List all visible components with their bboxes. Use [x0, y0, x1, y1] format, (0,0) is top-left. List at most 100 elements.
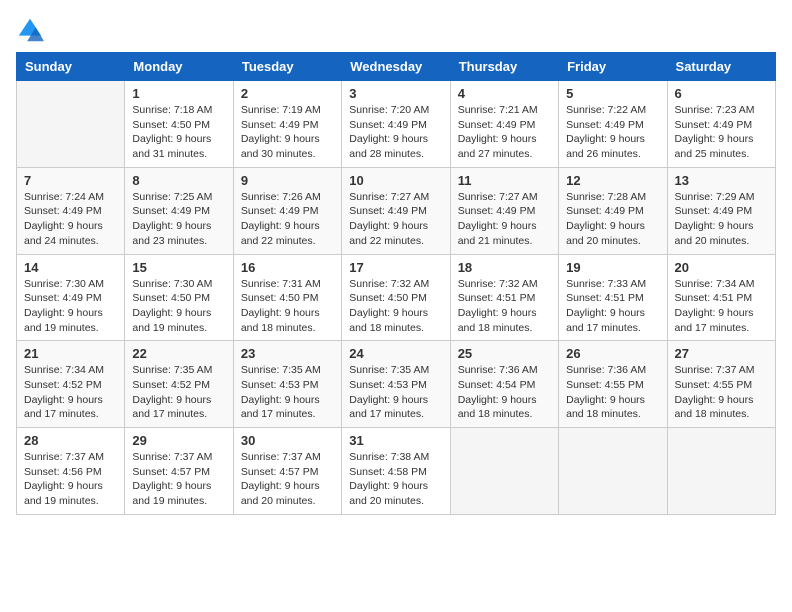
day-info: Sunrise: 7:28 AM Sunset: 4:49 PM Dayligh…	[566, 190, 659, 249]
day-number: 1	[132, 86, 225, 101]
day-number: 31	[349, 433, 442, 448]
day-number: 19	[566, 260, 659, 275]
weekday-header-monday: Monday	[125, 53, 233, 81]
calendar-cell: 17 Sunrise: 7:32 AM Sunset: 4:50 PM Dayli…	[342, 254, 450, 341]
day-info: Sunrise: 7:22 AM Sunset: 4:49 PM Dayligh…	[566, 103, 659, 162]
weekday-header-friday: Friday	[559, 53, 667, 81]
day-info: Sunrise: 7:31 AM Sunset: 4:50 PM Dayligh…	[241, 277, 334, 336]
day-number: 2	[241, 86, 334, 101]
calendar-cell: 11 Sunrise: 7:27 AM Sunset: 4:49 PM Dayli…	[450, 167, 558, 254]
calendar-cell: 1Sunrise: 7:18 AM Sunset: 4:50 PM Daylig…	[125, 81, 233, 168]
day-number: 27	[675, 346, 768, 361]
calendar-cell: 21 Sunrise: 7:34 AM Sunset: 4:52 PM Dayli…	[17, 341, 125, 428]
day-info: Sunrise: 7:37 AM Sunset: 4:56 PM Dayligh…	[24, 450, 117, 509]
day-number: 20	[675, 260, 768, 275]
calendar-cell	[559, 428, 667, 515]
calendar-cell: 10 Sunrise: 7:27 AM Sunset: 4:49 PM Dayli…	[342, 167, 450, 254]
day-info: Sunrise: 7:26 AM Sunset: 4:49 PM Dayligh…	[241, 190, 334, 249]
calendar-cell: 20 Sunrise: 7:34 AM Sunset: 4:51 PM Dayli…	[667, 254, 775, 341]
day-number: 8	[132, 173, 225, 188]
day-info: Sunrise: 7:21 AM Sunset: 4:49 PM Dayligh…	[458, 103, 551, 162]
day-number: 4	[458, 86, 551, 101]
calendar-cell: 28 Sunrise: 7:37 AM Sunset: 4:56 PM Dayli…	[17, 428, 125, 515]
day-number: 24	[349, 346, 442, 361]
day-number: 10	[349, 173, 442, 188]
day-number: 30	[241, 433, 334, 448]
calendar-cell: 4 Sunrise: 7:21 AM Sunset: 4:49 PM Daylig…	[450, 81, 558, 168]
weekday-header-sunday: Sunday	[17, 53, 125, 81]
day-info: Sunrise: 7:30 AM Sunset: 4:49 PM Dayligh…	[24, 277, 117, 336]
calendar-cell: 13Sunrise: 7:29 AM Sunset: 4:49 PM Dayli…	[667, 167, 775, 254]
day-info: Sunrise: 7:34 AM Sunset: 4:52 PM Dayligh…	[24, 363, 117, 422]
calendar-table: SundayMondayTuesdayWednesdayThursdayFrid…	[16, 52, 776, 515]
calendar-cell: 12 Sunrise: 7:28 AM Sunset: 4:49 PM Dayli…	[559, 167, 667, 254]
calendar-cell: 25Sunrise: 7:36 AM Sunset: 4:54 PM Dayli…	[450, 341, 558, 428]
calendar-cell: 5 Sunrise: 7:22 AM Sunset: 4:49 PM Daylig…	[559, 81, 667, 168]
calendar-cell: 3 Sunrise: 7:20 AM Sunset: 4:49 PM Daylig…	[342, 81, 450, 168]
logo-icon	[16, 16, 44, 44]
day-info: Sunrise: 7:27 AM Sunset: 4:49 PM Dayligh…	[349, 190, 442, 249]
day-number: 23	[241, 346, 334, 361]
day-info: Sunrise: 7:29 AM Sunset: 4:49 PM Dayligh…	[675, 190, 768, 249]
day-number: 26	[566, 346, 659, 361]
calendar-cell: 29 Sunrise: 7:37 AM Sunset: 4:57 PM Dayli…	[125, 428, 233, 515]
day-number: 25	[458, 346, 551, 361]
calendar-cell: 24 Sunrise: 7:35 AM Sunset: 4:53 PM Dayli…	[342, 341, 450, 428]
day-info: Sunrise: 7:32 AM Sunset: 4:51 PM Dayligh…	[458, 277, 551, 336]
day-info: Sunrise: 7:25 AM Sunset: 4:49 PM Dayligh…	[132, 190, 225, 249]
calendar-cell: 7 Sunrise: 7:24 AM Sunset: 4:49 PM Daylig…	[17, 167, 125, 254]
page-header	[16, 16, 776, 44]
calendar-cell: 6Sunrise: 7:23 AM Sunset: 4:49 PM Daylig…	[667, 81, 775, 168]
weekday-header-saturday: Saturday	[667, 53, 775, 81]
calendar-cell: 31 Sunrise: 7:38 AM Sunset: 4:58 PM Dayli…	[342, 428, 450, 515]
day-info: Sunrise: 7:32 AM Sunset: 4:50 PM Dayligh…	[349, 277, 442, 336]
day-number: 7	[24, 173, 117, 188]
calendar-cell	[450, 428, 558, 515]
day-number: 15	[132, 260, 225, 275]
day-number: 14	[24, 260, 117, 275]
calendar-cell: 26 Sunrise: 7:36 AM Sunset: 4:55 PM Dayli…	[559, 341, 667, 428]
day-info: Sunrise: 7:19 AM Sunset: 4:49 PM Dayligh…	[241, 103, 334, 162]
day-number: 16	[241, 260, 334, 275]
day-number: 18	[458, 260, 551, 275]
day-info: Sunrise: 7:37 AM Sunset: 4:55 PM Dayligh…	[675, 363, 768, 422]
day-number: 28	[24, 433, 117, 448]
day-number: 12	[566, 173, 659, 188]
day-number: 22	[132, 346, 225, 361]
day-number: 11	[458, 173, 551, 188]
calendar-cell: 23 Sunrise: 7:35 AM Sunset: 4:53 PM Dayli…	[233, 341, 341, 428]
calendar-cell: 22Sunrise: 7:35 AM Sunset: 4:52 PM Dayli…	[125, 341, 233, 428]
calendar-header-row: SundayMondayTuesdayWednesdayThursdayFrid…	[17, 53, 776, 81]
day-number: 3	[349, 86, 442, 101]
calendar-week-row: 7 Sunrise: 7:24 AM Sunset: 4:49 PM Daylig…	[17, 167, 776, 254]
calendar-week-row: 21 Sunrise: 7:34 AM Sunset: 4:52 PM Dayli…	[17, 341, 776, 428]
calendar-cell: 27 Sunrise: 7:37 AM Sunset: 4:55 PM Dayli…	[667, 341, 775, 428]
day-info: Sunrise: 7:38 AM Sunset: 4:58 PM Dayligh…	[349, 450, 442, 509]
calendar-week-row: 14 Sunrise: 7:30 AM Sunset: 4:49 PM Dayli…	[17, 254, 776, 341]
calendar-week-row: 28 Sunrise: 7:37 AM Sunset: 4:56 PM Dayli…	[17, 428, 776, 515]
calendar-cell	[667, 428, 775, 515]
calendar-cell: 18 Sunrise: 7:32 AM Sunset: 4:51 PM Dayli…	[450, 254, 558, 341]
day-info: Sunrise: 7:24 AM Sunset: 4:49 PM Dayligh…	[24, 190, 117, 249]
calendar-cell: 8 Sunrise: 7:25 AM Sunset: 4:49 PM Daylig…	[125, 167, 233, 254]
calendar-cell	[17, 81, 125, 168]
day-info: Sunrise: 7:30 AM Sunset: 4:50 PM Dayligh…	[132, 277, 225, 336]
day-info: Sunrise: 7:20 AM Sunset: 4:49 PM Dayligh…	[349, 103, 442, 162]
day-number: 17	[349, 260, 442, 275]
calendar-cell: 19 Sunrise: 7:33 AM Sunset: 4:51 PM Dayli…	[559, 254, 667, 341]
logo	[16, 16, 48, 44]
day-number: 5	[566, 86, 659, 101]
calendar-cell: 14 Sunrise: 7:30 AM Sunset: 4:49 PM Dayli…	[17, 254, 125, 341]
day-info: Sunrise: 7:34 AM Sunset: 4:51 PM Dayligh…	[675, 277, 768, 336]
day-number: 21	[24, 346, 117, 361]
day-info: Sunrise: 7:27 AM Sunset: 4:49 PM Dayligh…	[458, 190, 551, 249]
day-info: Sunrise: 7:35 AM Sunset: 4:53 PM Dayligh…	[241, 363, 334, 422]
day-info: Sunrise: 7:33 AM Sunset: 4:51 PM Dayligh…	[566, 277, 659, 336]
day-number: 9	[241, 173, 334, 188]
day-number: 29	[132, 433, 225, 448]
calendar-cell: 30Sunrise: 7:37 AM Sunset: 4:57 PM Dayli…	[233, 428, 341, 515]
calendar-cell: 9 Sunrise: 7:26 AM Sunset: 4:49 PM Daylig…	[233, 167, 341, 254]
day-info: Sunrise: 7:36 AM Sunset: 4:55 PM Dayligh…	[566, 363, 659, 422]
day-info: Sunrise: 7:37 AM Sunset: 4:57 PM Dayligh…	[132, 450, 225, 509]
day-info: Sunrise: 7:35 AM Sunset: 4:53 PM Dayligh…	[349, 363, 442, 422]
